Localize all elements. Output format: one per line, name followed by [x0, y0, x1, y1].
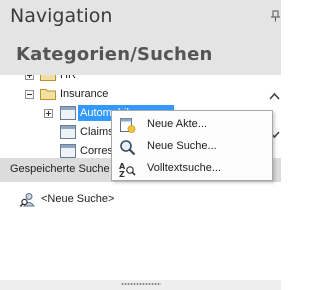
fulltext-search-icon: A Z [119, 162, 136, 178]
search-person-icon [20, 193, 35, 207]
expand-icon[interactable] [44, 109, 53, 118]
tree-item-insurance[interactable]: Insurance [0, 86, 267, 102]
tree-item-label: Claims [80, 126, 114, 138]
menu-item-fulltext-search[interactable]: A Z Volltextsuche... [112, 158, 272, 180]
menu-item-new-file[interactable]: Neue Akte... [112, 114, 272, 136]
new-file-icon [120, 118, 136, 133]
folder-icon [40, 75, 56, 81]
tree-item-hr[interactable]: HR [0, 75, 267, 83]
menu-item-label: Volltextsuche... [147, 162, 221, 174]
menu-item-label: Neue Akte... [147, 118, 207, 130]
scroll-up-icon[interactable] [269, 92, 280, 100]
document-icon [60, 144, 76, 158]
navigation-header-panel: Navigation Kategorien/Suchen [0, 0, 281, 75]
tree-item-label: Insurance [60, 88, 109, 100]
document-icon [60, 125, 76, 139]
resize-splitter[interactable] [0, 280, 281, 290]
tree-item-label: Corres [80, 145, 114, 157]
document-icon [60, 106, 76, 120]
section-title: Kategorien/Suchen [16, 44, 213, 65]
magnifier-icon [120, 140, 136, 156]
collapse-icon[interactable] [25, 90, 34, 99]
saved-searches-label: Gespeicherte Suche [10, 163, 110, 175]
saved-searches-list: <Neue Suche> [0, 182, 281, 280]
tree-item-label: HR [60, 75, 76, 81]
context-menu: Neue Akte... Neue Suche... A Z Volltexts… [111, 110, 273, 181]
menu-item-label: Neue Suche... [147, 140, 217, 152]
panel-title: Navigation [10, 5, 113, 27]
saved-search-label: <Neue Suche> [41, 193, 115, 205]
grip-icon[interactable] [121, 283, 161, 285]
expand-icon[interactable] [25, 75, 34, 80]
folder-icon [40, 89, 56, 100]
pin-icon[interactable] [270, 10, 281, 22]
svg-text:Z: Z [119, 170, 125, 178]
menu-item-new-search[interactable]: Neue Suche... [112, 136, 272, 158]
